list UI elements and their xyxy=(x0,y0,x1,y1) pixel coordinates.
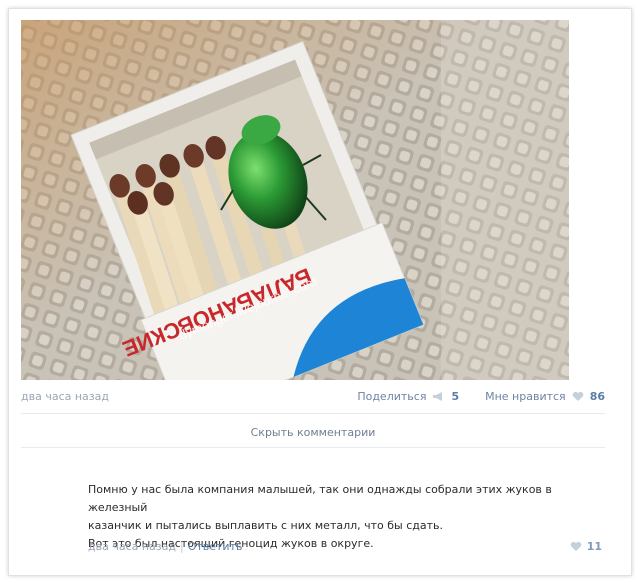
photo-illustration: БАЛАБАНОВСКИЕ dymonger.livejournal.com xyxy=(21,20,569,380)
divider xyxy=(21,447,605,448)
comment-line: казанчик и пытались выплавить с них мета… xyxy=(88,519,444,532)
comment-footer: два часа назад | Ответить 11 xyxy=(88,540,606,556)
comment-like[interactable]: 11 xyxy=(570,540,602,553)
share-button[interactable]: Поделиться xyxy=(357,390,426,403)
megaphone-icon xyxy=(433,392,443,401)
heart-icon[interactable] xyxy=(570,541,582,552)
share-count: 5 xyxy=(451,390,460,403)
comment-like-count: 11 xyxy=(586,540,602,553)
like-button[interactable]: Мне нравится xyxy=(485,390,566,403)
post-actions: Поделиться 5 Мне нравится 86 xyxy=(357,390,605,403)
like-count: 86 xyxy=(589,390,605,403)
post-time[interactable]: два часа назад xyxy=(21,390,109,403)
post-photo[interactable]: БАЛАБАНОВСКИЕ dymonger.livejournal.com xyxy=(21,20,569,380)
hide-comments-link[interactable]: Скрыть комментарии xyxy=(21,426,605,439)
separator: | xyxy=(179,540,184,553)
heart-icon[interactable] xyxy=(572,391,584,402)
reply-button[interactable]: Ответить xyxy=(188,540,243,553)
post-meta: два часа назад Поделиться 5 Мне нравится… xyxy=(21,390,605,406)
divider xyxy=(21,413,605,414)
comment-time[interactable]: два часа назад xyxy=(88,540,176,553)
comment-line: Помню у нас была компания малышей, так о… xyxy=(88,483,552,514)
